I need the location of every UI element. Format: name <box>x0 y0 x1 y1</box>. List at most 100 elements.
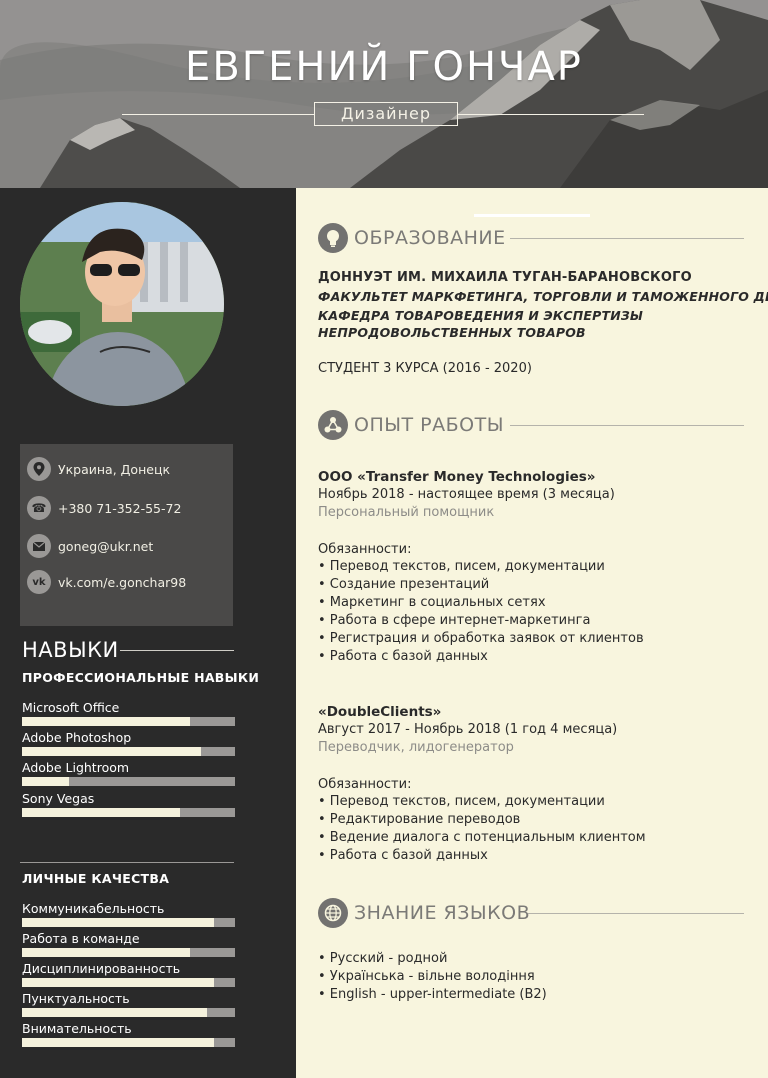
skill-track <box>22 777 235 786</box>
skill-bar: Sony Vegas <box>22 791 235 821</box>
lightbulb-icon <box>318 223 348 253</box>
network-icon <box>318 410 348 440</box>
contact-vk: vk vk.com/e.gonchar98 <box>27 569 186 595</box>
experience-rule <box>510 425 744 426</box>
header-divider-left <box>122 114 314 115</box>
list-item: • Русский - родной <box>318 951 448 966</box>
quality-bar: Коммуникабельность <box>22 901 235 931</box>
list-item: • Работа с базой данных <box>318 848 488 863</box>
contact-location-text: Украина, Донецк <box>58 461 170 477</box>
list-item: • Работа в сфере интернет-маркетинга <box>318 613 591 628</box>
languages-title: ЗНАНИЕ ЯЗЫКОВ <box>354 902 531 924</box>
job-company: ООО «Transfer Money Technologies» <box>318 469 596 485</box>
list-item: • Редактирование переводов <box>318 812 521 827</box>
personal-qualities-title: ЛИЧНЫЕ КАЧЕСТВА <box>22 871 170 886</box>
skill-label: Adobe Lightroom <box>22 760 130 775</box>
skill-label: Sony Vegas <box>22 791 95 806</box>
education-rule <box>510 238 744 239</box>
job-period: Ноябрь 2018 - настоящее время (3 месяца) <box>318 487 615 502</box>
list-item: • Українська - вільне володіння <box>318 969 535 984</box>
university-name: ДОННУЭТ ИМ. МИХАИЛА ТУГАН-БАРАНОВСКОГО <box>318 270 692 285</box>
skills-divider <box>20 862 234 863</box>
phone-icon: ☎ <box>27 496 51 520</box>
skill-fill <box>22 777 69 786</box>
skill-bar: Adobe Lightroom <box>22 760 235 790</box>
contact-email: goneg@ukr.net <box>27 533 153 559</box>
header-banner: ЕВГЕНИЙ ГОНЧАР Дизайнер <box>0 0 768 188</box>
quality-track <box>22 918 235 927</box>
job-title: Дизайнер <box>314 102 458 126</box>
quality-bar: Внимательность <box>22 1021 235 1051</box>
languages-list: • Русский - родной • Українська - вільне… <box>318 950 547 1004</box>
vk-icon: vk <box>27 570 51 594</box>
skill-label: Microsoft Office <box>22 700 120 715</box>
study-status: СТУДЕНТ 3 КУРСА (2016 - 2020) <box>318 361 532 376</box>
languages-heading: ЗНАНИЕ ЯЗЫКОВ <box>318 898 530 928</box>
contact-location: Украина, Донецк <box>27 456 170 482</box>
education-title: ОБРАЗОВАНИЕ <box>354 227 506 249</box>
quality-bar: Дисциплинированность <box>22 961 235 991</box>
job-period: Август 2017 - Ноябрь 2018 (1 год 4 месяц… <box>318 722 618 737</box>
duties-title: Обязанности: <box>318 542 412 557</box>
job-position: Персональный помощник <box>318 505 495 520</box>
quality-fill <box>22 1008 208 1017</box>
person-name: ЕВГЕНИЙ ГОНЧАР <box>185 44 583 90</box>
skill-fill <box>22 808 180 817</box>
contact-email-text[interactable]: goneg@ukr.net <box>58 539 153 554</box>
skill-track <box>22 717 235 726</box>
quality-label: Внимательность <box>22 1021 132 1036</box>
skills-title-rule <box>120 650 234 651</box>
job-company: «DoubleClients» <box>318 704 442 720</box>
experience-title: ОПЫТ РАБОТЫ <box>354 414 504 436</box>
list-item: • Ведение диалога с потенциальным клиент… <box>318 830 646 845</box>
quality-fill <box>22 948 191 957</box>
globe-icon <box>318 898 348 928</box>
sidebar: Украина, Донецк ☎ +380 71-352-55-72 gone… <box>0 188 296 1078</box>
skill-label: Adobe Photoshop <box>22 730 132 745</box>
faculty-name: ФАКУЛЬТЕТ МАРКФЕТИНГА, ТОРГОВЛИ И ТАМОЖЕ… <box>318 289 768 304</box>
job-duties-list: • Перевод текстов, писем, документации •… <box>318 793 646 865</box>
quality-track <box>22 1008 235 1017</box>
profile-photo <box>20 202 224 406</box>
duties-title: Обязанности: <box>318 777 412 792</box>
quality-fill <box>22 978 214 987</box>
quality-fill <box>22 1038 214 1047</box>
main-content: ОБРАЗОВАНИЕ ДОННУЭТ ИМ. МИХАИЛА ТУГАН-БА… <box>296 188 768 1078</box>
skill-fill <box>22 717 191 726</box>
mountain-background-image <box>0 0 768 188</box>
contact-phone-text: +380 71-352-55-72 <box>58 500 182 516</box>
quality-fill <box>22 918 214 927</box>
header-divider-right <box>458 114 644 115</box>
list-item: • English - upper-intermediate (B2) <box>318 987 547 1002</box>
decorative-accent-line <box>474 214 590 217</box>
quality-track <box>22 948 235 957</box>
quality-track <box>22 1038 235 1047</box>
list-item: • Маркетинг в социальных сетях <box>318 595 546 610</box>
job-duties-list: • Перевод текстов, писем, документации •… <box>318 558 644 666</box>
quality-label: Дисциплинированность <box>22 961 181 976</box>
skill-bar: Adobe Photoshop <box>22 730 235 760</box>
skill-fill <box>22 747 201 756</box>
quality-track <box>22 978 235 987</box>
quality-bar: Пунктуальность <box>22 991 235 1021</box>
skill-track <box>22 808 235 817</box>
job-position: Переводчик, лидогенератор <box>318 740 514 755</box>
department-line-1: КАФЕДРА ТОВАРОВЕДЕНИЯ И ЭКСПЕРТИЗЫ <box>318 308 644 323</box>
list-item: • Работа с базой данных <box>318 649 488 664</box>
quality-label: Пунктуальность <box>22 991 130 1006</box>
quality-bar: Работа в команде <box>22 931 235 961</box>
location-pin-icon <box>27 457 51 481</box>
contact-vk-text[interactable]: vk.com/e.gonchar98 <box>58 575 186 590</box>
skill-track <box>22 747 235 756</box>
experience-heading: ОПЫТ РАБОТЫ <box>318 410 504 440</box>
contact-phone: ☎ +380 71-352-55-72 <box>27 495 181 521</box>
skills-title: НАВЫКИ <box>22 638 119 662</box>
quality-label: Коммуникабельность <box>22 901 165 916</box>
contacts-panel: Украина, Донецк ☎ +380 71-352-55-72 gone… <box>20 444 233 626</box>
mail-icon <box>27 534 51 558</box>
skill-bar: Microsoft Office <box>22 700 235 730</box>
department-line-2: НЕПРОДОВОЛЬСТВЕННЫХ ТОВАРОВ <box>318 325 586 340</box>
list-item: • Регистрация и обработка заявок от клие… <box>318 631 644 646</box>
list-item: • Перевод текстов, писем, документации <box>318 794 605 809</box>
languages-rule <box>528 913 744 914</box>
